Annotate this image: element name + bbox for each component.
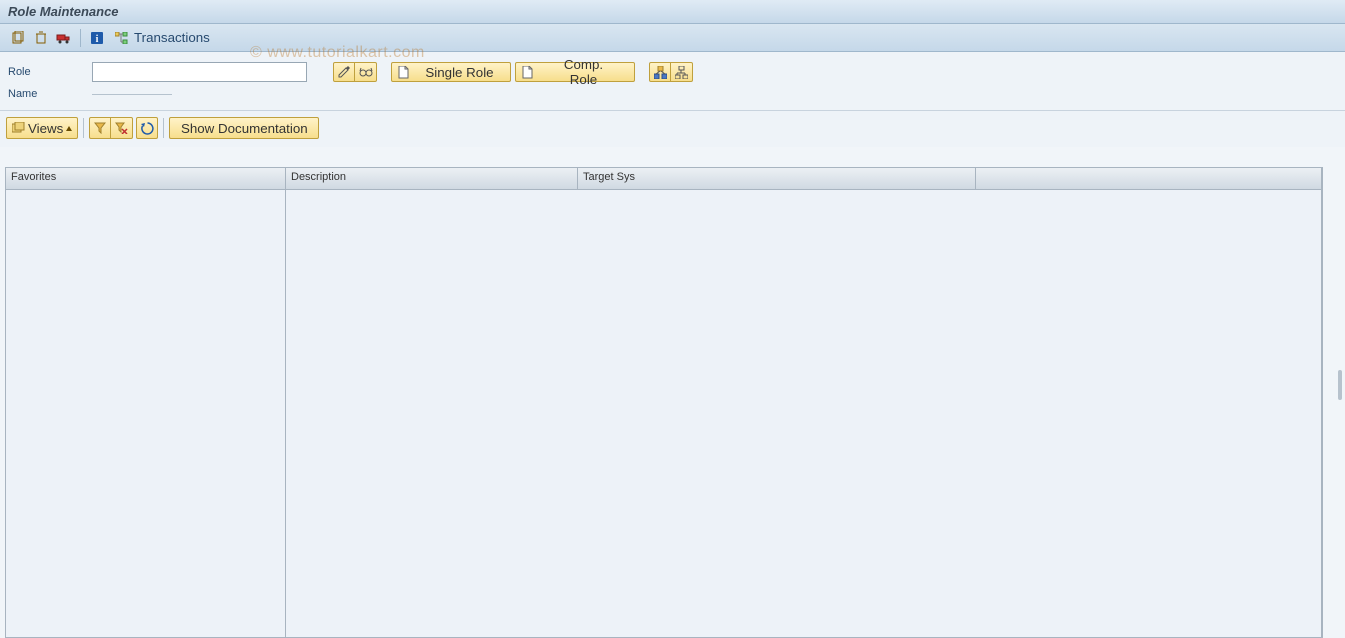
copy-icon [11,31,25,45]
page-title: Role Maintenance [8,4,1337,19]
info-button[interactable]: i [87,28,107,48]
toolbar-separator [80,29,81,47]
name-label: Name [8,88,88,100]
refresh-button[interactable] [136,117,158,139]
comp-role-button[interactable]: Comp. Role [515,62,635,82]
sub-toolbar: Views Show Documentation [0,111,1345,147]
truck-icon [56,31,72,45]
transactions-button[interactable]: Transactions [110,28,215,48]
edit-display-group [333,62,377,82]
copy-folder-icon [12,122,25,134]
role-input[interactable] [92,62,307,82]
auxiliary-group [649,62,693,82]
document-icon [522,66,533,79]
display-button[interactable] [355,62,377,82]
filter-button[interactable] [89,117,111,139]
copy-button[interactable] [8,28,28,48]
title-bar: Role Maintenance [0,0,1345,24]
refresh-icon [141,122,154,135]
transport-button[interactable] [54,28,74,48]
glasses-icon [359,67,373,77]
column-header-description[interactable]: Description [286,168,578,189]
name-value-underline [92,94,172,95]
grid-body [6,190,1322,637]
comp-role-label: Comp. Role [539,57,628,87]
role-label: Role [8,66,88,78]
info-icon: i [90,31,104,45]
column-header-target-sys[interactable]: Target Sys [578,168,976,189]
show-documentation-label: Show Documentation [176,121,312,136]
delete-button[interactable] [31,28,51,48]
toolbar-separator [163,118,164,138]
grid-header: Favorites Description Target Sys [6,168,1322,190]
document-icon [398,66,409,79]
app-toolbar: i Transactions [0,24,1345,52]
single-role-label: Single Role [415,65,504,80]
filter-delete-icon [115,122,128,134]
where-used-icon [654,66,667,79]
hierarchy-button[interactable] [671,62,693,82]
svg-text:i: i [96,34,99,45]
scroll-thumb[interactable] [1338,370,1342,400]
dropdown-triangle-icon [66,126,72,131]
column-header-empty [976,168,1322,189]
edit-button[interactable] [333,62,355,82]
filter-icon [94,122,106,134]
single-role-button[interactable]: Single Role [391,62,511,82]
pencil-icon [338,66,350,78]
tree-icon [115,32,129,44]
where-used-button[interactable] [649,62,671,82]
views-label: Views [28,121,63,136]
hierarchy-icon [675,66,688,79]
trash-icon [34,31,48,45]
filter-delete-button[interactable] [111,117,133,139]
grid-body-rest [286,190,1322,637]
transactions-label: Transactions [134,30,210,45]
grid-body-favorites [6,190,286,637]
form-region: Role Single Role [0,52,1345,111]
filter-group [89,117,133,139]
toolbar-separator [83,118,84,138]
column-header-favorites[interactable]: Favorites [6,168,286,189]
show-documentation-button[interactable]: Show Documentation [169,117,319,139]
views-button[interactable]: Views [6,117,78,139]
favorites-grid: Favorites Description Target Sys [5,167,1323,638]
